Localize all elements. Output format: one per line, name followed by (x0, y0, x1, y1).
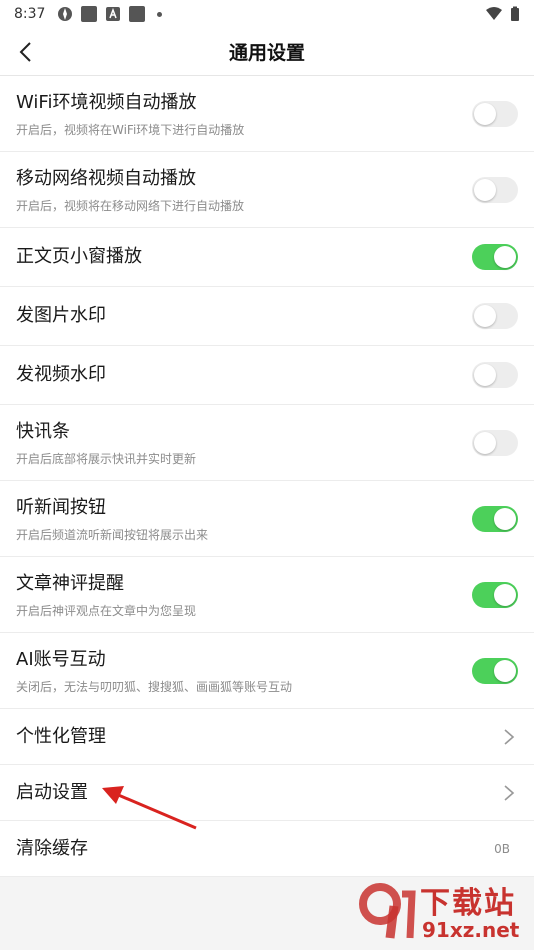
wifi-icon (486, 7, 502, 20)
setting-listen-news: 听新闻按钮 开启后频道流听新闻按钮将展示出来 (0, 481, 534, 557)
setting-label: 移动网络视频自动播放 (16, 167, 196, 189)
mobile-autoplay-toggle[interactable] (472, 176, 518, 203)
back-arrow-icon[interactable] (14, 40, 38, 64)
setting-description: 开启后底部将展示快讯并实时更新 (16, 451, 197, 466)
top-bar: 通用设置 (0, 28, 534, 76)
site-watermark: 下载站 91xz.net (356, 878, 530, 944)
toggle-knob (474, 305, 496, 327)
notification-icon (81, 6, 98, 22)
watermark-url: 91xz.net (422, 918, 520, 942)
comment-reminder-toggle[interactable] (472, 581, 518, 608)
cache-size-value: 0B (494, 841, 510, 856)
setting-mini-window: 正文页小窗播放 (0, 228, 534, 287)
setting-comment-reminder: 文章神评提醒 开启后神评观点在文章中为您呈现 (0, 557, 534, 633)
setting-label: 发图片水印 (16, 305, 106, 326)
setting-label: WiFi环境视频自动播放 (16, 91, 197, 113)
setting-label: 发视频水印 (16, 364, 106, 385)
nav-label: 启动设置 (16, 781, 88, 803)
mini-window-toggle[interactable] (472, 244, 518, 270)
setting-description: 开启后神评观点在文章中为您呈现 (16, 603, 197, 618)
setting-label: 听新闻按钮 (16, 496, 106, 518)
chevron-right-icon (504, 728, 515, 745)
more-notifications-dot (157, 11, 163, 17)
watermark-text: 下载站 (420, 886, 516, 921)
app-icon (58, 7, 73, 21)
watermark-logo-icon (359, 883, 416, 939)
ai-interaction-toggle[interactable] (472, 657, 518, 684)
toggle-knob (494, 583, 516, 606)
toggle-knob (474, 178, 496, 201)
setting-label: 快讯条 (16, 420, 70, 442)
settings-list: WiFi环境视频自动播放 开启后，视频将在WiFi环境下进行自动播放 移动网络视… (0, 76, 534, 877)
setting-description: 开启后，视频将在WiFi环境下进行自动播放 (16, 122, 245, 137)
toggle-knob (474, 102, 496, 125)
setting-label: 正文页小窗播放 (16, 246, 142, 267)
setting-video-watermark: 发视频水印 (0, 346, 534, 405)
setting-label: AI账号互动 (16, 648, 106, 670)
toggle-knob (494, 507, 516, 530)
status-time: 8:37 (14, 6, 46, 22)
setting-news-flash: 快讯条 开启后底部将展示快讯并实时更新 (0, 405, 534, 481)
font-app-icon (106, 7, 121, 21)
chevron-right-icon (504, 784, 515, 801)
page-title: 通用设置 (228, 42, 305, 64)
startup-settings-item[interactable]: 启动设置 (0, 765, 534, 821)
status-bar: 8:37 (0, 0, 534, 28)
listen-news-toggle[interactable] (472, 505, 518, 532)
toggle-knob (474, 431, 496, 454)
notification-icon (129, 6, 146, 22)
battery-icon (511, 6, 519, 21)
setting-wifi-autoplay: WiFi环境视频自动播放 开启后，视频将在WiFi环境下进行自动播放 (0, 76, 534, 152)
toggle-knob (494, 659, 516, 682)
setting-description: 开启后频道流听新闻按钮将展示出来 (16, 527, 209, 542)
setting-ai-interaction: AI账号互动 关闭后，无法与叨叨狐、搜搜狐、画画狐等账号互动 (0, 633, 534, 709)
annotation-arrow (102, 786, 197, 830)
wifi-autoplay-toggle[interactable] (472, 100, 518, 127)
video-watermark-toggle[interactable] (472, 362, 518, 388)
setting-image-watermark: 发图片水印 (0, 287, 534, 346)
nav-label: 个性化管理 (16, 725, 106, 747)
clear-cache-item[interactable]: 清除缓存 0B (0, 821, 534, 877)
setting-description: 关闭后，无法与叨叨狐、搜搜狐、画画狐等账号互动 (16, 679, 293, 694)
toggle-knob (474, 364, 496, 386)
personalization-item[interactable]: 个性化管理 (0, 709, 534, 765)
setting-label: 文章神评提醒 (16, 572, 124, 594)
image-watermark-toggle[interactable] (472, 303, 518, 329)
nav-label: 清除缓存 (16, 837, 88, 859)
toggle-knob (494, 246, 516, 268)
setting-mobile-autoplay: 移动网络视频自动播放 开启后，视频将在移动网络下进行自动播放 (0, 152, 534, 228)
news-flash-toggle[interactable] (472, 429, 518, 456)
setting-description: 开启后，视频将在移动网络下进行自动播放 (16, 198, 245, 213)
